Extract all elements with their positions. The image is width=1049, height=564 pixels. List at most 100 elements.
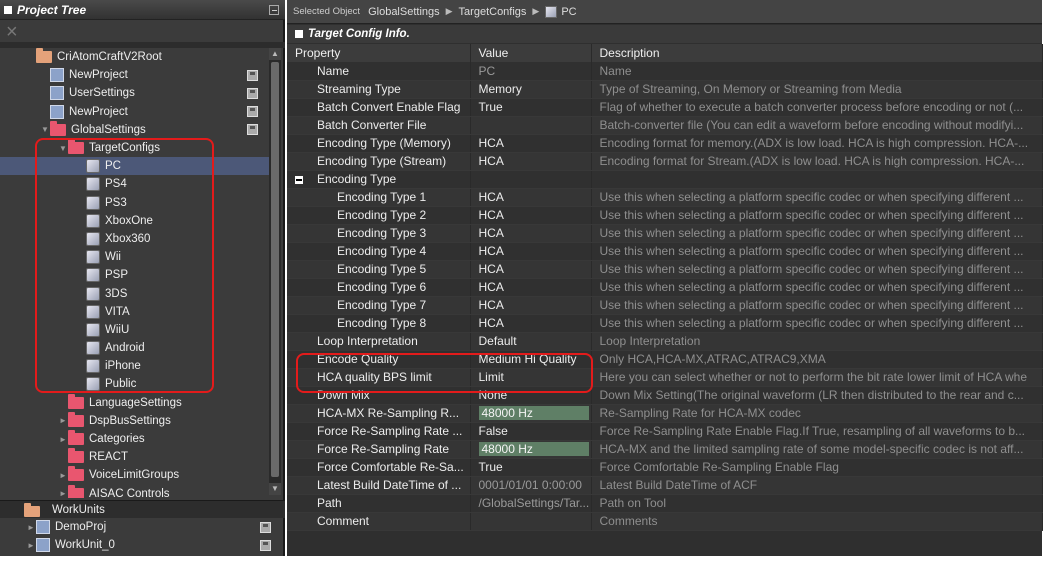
property-value-cell[interactable]: Default [470,332,592,351]
breadcrumb-item-targetconfigs[interactable]: TargetConfigs [459,6,527,18]
property-value-cell[interactable]: HCA [470,296,592,315]
property-row-encoding-type-memory[interactable]: Encoding Type (Memory) HCA Encoding format… [287,134,1043,153]
workunits-header[interactable]: WorkUnits [0,500,285,518]
property-row-batch-converter-file[interactable]: Batch Converter File Batch-converter file… [287,116,1043,135]
workunit-item-workunit-0[interactable]: ► WorkUnit_0 [0,536,285,554]
property-value[interactable]: HCA [479,154,504,168]
tree-item-newproject[interactable]: NewProject [0,66,272,84]
property-value[interactable]: Default [479,334,517,348]
property-row-encoding-type-3[interactable]: Encoding Type 3 HCA Use this when selectin… [287,224,1043,243]
property-value-cell[interactable]: PC [470,62,592,81]
tree-item-iphone[interactable]: iPhone [0,357,272,375]
property-value-cell[interactable]: HCA [470,314,592,333]
tree-item-languagesettings[interactable]: LanguageSettings [0,393,272,412]
tree-item-usersettings[interactable]: UserSettings [0,84,272,102]
property-value[interactable]: 0001/01/01 0:00:00 [479,478,582,492]
property-row-name[interactable]: Name PC Name [287,62,1043,81]
save-icon[interactable] [260,539,271,551]
chevron-right-icon[interactable]: ► [26,541,36,550]
property-value[interactable]: HCA [479,298,504,312]
property-value-cell[interactable]: None [470,386,592,405]
breadcrumb-item-pc[interactable]: PC [561,6,576,18]
property-value[interactable]: Memory [479,82,522,96]
scroll-up-icon[interactable]: ▲ [269,48,281,60]
property-row-encoding-type-stream[interactable]: Encoding Type (Stream) HCA Encoding format… [287,152,1043,171]
property-value-cell[interactable]: HCA [470,224,592,243]
tree-item-xboxone[interactable]: XboxOne [0,212,272,230]
property-row-encoding-type-2[interactable]: Encoding Type 2 HCA Use this when selectin… [287,206,1043,225]
collapse-icon[interactable] [295,175,303,184]
property-row-comment[interactable]: Comment Comments [287,512,1043,531]
property-row-force-comfortable-re-sa[interactable]: Force Comfortable Re-Sa... True Force Comf… [287,458,1043,477]
tree-item-ps3[interactable]: PS3 [0,194,272,212]
property-value[interactable]: HCA [479,280,504,294]
chevron-right-icon[interactable]: ► [58,435,68,444]
chevron-down-icon[interactable]: ▼ [40,125,50,134]
column-header-property[interactable]: Property [287,44,471,62]
tree-item-public[interactable]: Public [0,375,272,393]
tree-item-newproject[interactable]: NewProject [0,103,272,121]
property-row-encoding-type-6[interactable]: Encoding Type 6 HCA Use this when selectin… [287,278,1043,297]
property-value-cell[interactable]: Memory [470,80,592,99]
tree-item-3ds[interactable]: 3DS [0,284,272,302]
property-value-cell[interactable]: HCA [470,188,592,207]
property-value[interactable]: Limit [479,370,504,384]
column-header-value[interactable]: Value [470,44,592,62]
property-value-cell[interactable]: 0001/01/01 0:00:00 [470,476,592,495]
save-icon[interactable] [247,87,258,99]
property-value-cell[interactable]: HCA [470,134,592,153]
property-value-cell[interactable] [470,170,592,189]
tree-item-android[interactable]: Android [0,339,272,357]
property-row-path[interactable]: Path/GlobalSettings/Tar... Path on Tool [287,494,1043,513]
property-row-hca-quality-bps-limit[interactable]: HCA quality BPS limit Limit Here you can s… [287,368,1043,387]
tree-scrollbar[interactable]: ▲ ▼ [269,48,281,495]
property-row-encode-quality[interactable]: Encode Quality Medium Hi Quality Only HCA,… [287,350,1043,369]
tree-item-globalsettings[interactable]: ▼ GlobalSettings [0,120,272,139]
property-value[interactable]: /GlobalSettings/Tar... [479,496,590,510]
close-icon[interactable]: × [6,22,18,42]
property-value-cell[interactable]: True [470,98,592,117]
chevron-down-icon[interactable]: ▼ [58,144,68,153]
chevron-right-icon[interactable]: ► [58,489,68,498]
property-value[interactable]: HCA [479,190,504,204]
tree-item-wiiu[interactable]: WiiU [0,321,272,339]
property-value-cell[interactable]: HCA [470,206,592,225]
workunit-item-demoproj[interactable]: ► DemoProj [0,518,285,536]
property-value[interactable]: True [479,100,503,114]
property-row-loop-interpretation[interactable]: Loop Interpretation Default Loop Interpret… [287,332,1043,351]
property-value-cell[interactable] [470,512,592,531]
property-value[interactable]: HCA [479,244,504,258]
property-value-cell[interactable]: 48000 Hz [470,404,592,423]
property-value[interactable]: HCA [479,208,504,222]
property-value-cell[interactable]: HCA [470,260,592,279]
property-value-cell[interactable]: /GlobalSettings/Tar... [470,494,592,513]
tree-item-categories[interactable]: ► Categories [0,430,272,448]
tree-item-ps4[interactable]: PS4 [0,175,272,193]
property-row-encoding-type-4[interactable]: Encoding Type 4 HCA Use this when selectin… [287,242,1043,261]
property-row-streaming-type[interactable]: Streaming Type Memory Type of Streaming, O… [287,80,1043,99]
tree-item-aisac-controls[interactable]: ► AISAC Controls [0,484,272,498]
property-row-encoding-type-1[interactable]: Encoding Type 1 HCA Use this when selectin… [287,188,1043,207]
property-row-encoding-type-8[interactable]: Encoding Type 8 HCA Use this when selectin… [287,314,1043,333]
property-value[interactable]: HCA [479,316,504,330]
property-row-hca-mx-re-sampling-r[interactable]: HCA-MX Re-Sampling R... 48000 Hz Re-Sampli… [287,404,1043,423]
minimize-icon[interactable] [269,5,279,15]
property-name-cell[interactable]: Encoding Type [287,170,471,189]
tree-item-xbox360[interactable]: Xbox360 [0,230,272,248]
property-value-cell[interactable]: False [470,422,592,441]
property-value[interactable]: HCA [479,136,504,150]
tree-item-vita[interactable]: VITA [0,303,272,321]
property-value-cell[interactable]: HCA [470,242,592,261]
property-value[interactable]: PC [479,64,496,78]
property-row-encoding-type[interactable]: Encoding Type [287,170,1043,189]
tree-item-pc[interactable]: PC [0,157,272,176]
save-icon[interactable] [247,69,258,81]
property-value-cell[interactable]: HCA [470,152,592,171]
tree-item-targetconfigs[interactable]: ▼ TargetConfigs [0,139,272,157]
tree-item-psp[interactable]: PSP [0,266,272,284]
property-row-batch-convert-enable-flag[interactable]: Batch Convert Enable Flag True Flag of whe… [287,98,1043,117]
save-icon[interactable] [260,521,271,533]
tree-item-wii[interactable]: Wii [0,248,272,266]
property-value[interactable]: HCA [479,226,504,240]
scroll-down-icon[interactable]: ▼ [269,483,281,495]
